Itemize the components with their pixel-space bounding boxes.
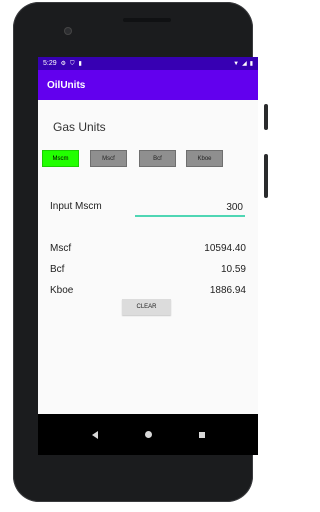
phone-frame: 5:29 ⚙ ⛉ ▮ ▼ ◢ ▮ OilUnits Gas Units Mscm… — [13, 2, 268, 502]
app-title: OilUnits — [47, 79, 86, 91]
input-label: Input Mscm — [50, 201, 102, 212]
result-label-kboe: Kboe — [50, 285, 74, 296]
mscm-input[interactable] — [135, 200, 245, 217]
result-value-bcf: 10.59 — [220, 264, 246, 275]
home-icon[interactable] — [144, 431, 152, 438]
battery-saver-icon: ▮ — [78, 60, 82, 67]
unit-button-bcf[interactable]: Bcf — [139, 150, 176, 167]
signal-icon: ◢ — [242, 60, 247, 67]
earpiece-speaker — [123, 18, 171, 22]
power-button[interactable] — [264, 104, 268, 130]
result-label-bcf: Bcf — [50, 264, 65, 275]
status-bar: 5:29 ⚙ ⛉ ▮ ▼ ◢ ▮ — [38, 57, 258, 70]
screen: 5:29 ⚙ ⛉ ▮ ▼ ◢ ▮ OilUnits Gas Units Mscm… — [38, 57, 258, 455]
result-label-mscf: Mscf — [50, 243, 72, 254]
clear-button[interactable]: CLEAR — [122, 299, 171, 315]
wifi-icon: ▼ — [233, 60, 240, 67]
recents-icon[interactable] — [198, 431, 205, 438]
unit-button-mscf[interactable]: Mscf — [90, 150, 127, 167]
main-content: Gas Units Mscm Mscf Bcf Kboe Input Mscm … — [38, 100, 258, 414]
status-time: 5:29 — [43, 60, 57, 67]
back-icon[interactable] — [91, 430, 98, 439]
input-field-wrapper — [135, 197, 245, 217]
shield-icon: ⛉ — [70, 60, 75, 67]
unit-button-kboe[interactable]: Kboe — [186, 150, 223, 167]
volume-button[interactable] — [264, 154, 268, 198]
app-bar: OilUnits — [38, 70, 258, 100]
settings-icon: ⚙ — [60, 60, 67, 67]
unit-button-mscm[interactable]: Mscm — [42, 150, 79, 167]
navigation-bar — [38, 414, 258, 455]
front-camera — [64, 27, 72, 35]
result-value-mscf: 10594.40 — [204, 243, 246, 254]
result-value-kboe: 1886.94 — [209, 285, 246, 296]
section-title: Gas Units — [53, 120, 106, 134]
battery-icon: ▮ — [249, 60, 253, 67]
